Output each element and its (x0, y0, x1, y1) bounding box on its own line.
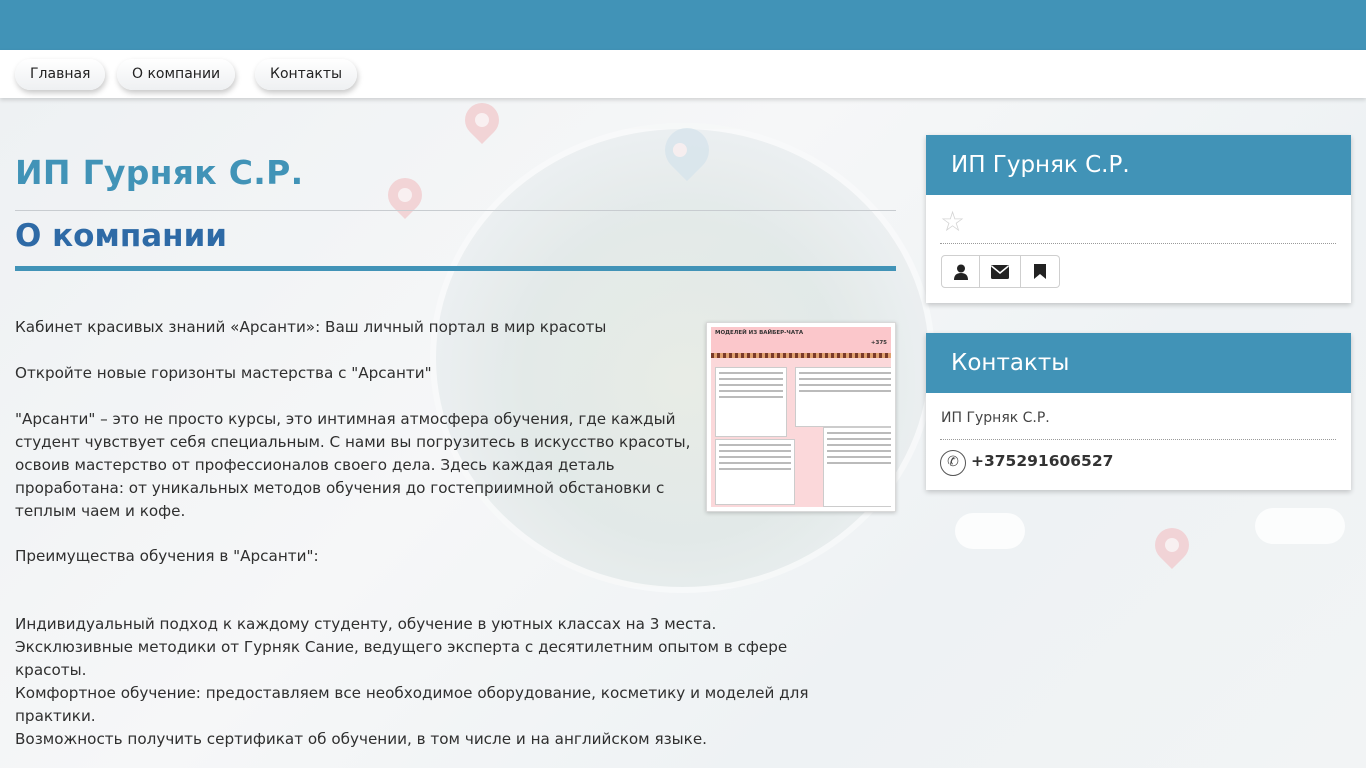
profile-panel: ИП Гурняк С.Р. ☆ (926, 135, 1351, 303)
bookmark-button[interactable] (1021, 255, 1060, 288)
map-pin-icon (1147, 520, 1197, 570)
chat-bubble (715, 367, 787, 437)
chat-bubble (795, 367, 891, 427)
contacts-panel: Контакты ИП Гурняк С.Р. ✆ +375291606527 (926, 333, 1351, 490)
image-phone-fragment: +375 (870, 340, 887, 346)
nav-item-contacts[interactable]: Контакты (255, 59, 358, 90)
user-button[interactable] (941, 255, 980, 288)
nav-item-about[interactable]: О компании (117, 59, 236, 90)
image-caption: МОДЕЛЕЙ ИЗ ВАЙБЕР-ЧАТА +375 (711, 327, 891, 353)
chat-bubble (823, 427, 891, 507)
star-icon[interactable]: ☆ (940, 207, 965, 237)
paragraph-description: "Арсанти" – это не просто курсы, это инт… (15, 410, 691, 520)
profile-actions (941, 255, 1060, 288)
list-item: Индивидуальный подход к каждому студенту… (15, 615, 717, 633)
list-item: Эксклюзивные методики от Гурняк Сание, в… (15, 638, 788, 679)
chat-screenshot-image: МОДЕЛЕЙ ИЗ ВАЙБЕР-ЧАТА +375 (711, 327, 891, 507)
divider (15, 210, 896, 211)
phone-icon: ✆ (940, 450, 966, 476)
nav-item-home[interactable]: Главная (15, 59, 106, 90)
contacts-panel-title: Контакты (926, 333, 1351, 393)
decorative-stripe (711, 353, 891, 358)
image-header-text: МОДЕЛЕЙ ИЗ ВАЙБЕР-ЧАТА (715, 330, 804, 336)
section-title: О компании (15, 218, 228, 254)
main-content: ИП Гурняк С.Р. О компании Кабинет красив… (15, 98, 896, 768)
message-button[interactable] (980, 255, 1021, 288)
article-image[interactable]: МОДЕЛЕЙ ИЗ ВАЙБЕР-ЧАТА +375 (706, 322, 896, 512)
divider (940, 243, 1336, 244)
envelope-icon (991, 264, 1009, 279)
top-bar (0, 0, 1366, 50)
section-divider (15, 266, 896, 271)
company-title: ИП Гурняк С.Р. (15, 153, 304, 192)
list-item: Комфортное обучение: предоставляем все н… (15, 684, 809, 725)
cloud-decoration (1255, 508, 1345, 544)
contact-phone[interactable]: +375291606527 (971, 452, 1113, 470)
main-nav: Главная О компании Контакты (0, 50, 1366, 98)
list-item: Возможность получить сертификат об обуче… (15, 730, 707, 748)
profile-panel-title: ИП Гурняк С.Р. (926, 135, 1351, 195)
divider (940, 439, 1336, 440)
chat-bubble (715, 439, 795, 505)
contact-company-name: ИП Гурняк С.Р. (941, 410, 1050, 426)
paragraph-horizons: Откройте новые горизонты мастерства с "А… (15, 364, 432, 382)
cloud-decoration (955, 513, 1025, 549)
paragraph-advantages-heading: Преимущества обучения в "Арсанти": (15, 547, 319, 565)
bookmark-icon (1034, 264, 1046, 279)
paragraph-intro: Кабинет красивых знаний «Арсанти»: Ваш л… (15, 318, 607, 336)
user-icon (953, 264, 968, 280)
